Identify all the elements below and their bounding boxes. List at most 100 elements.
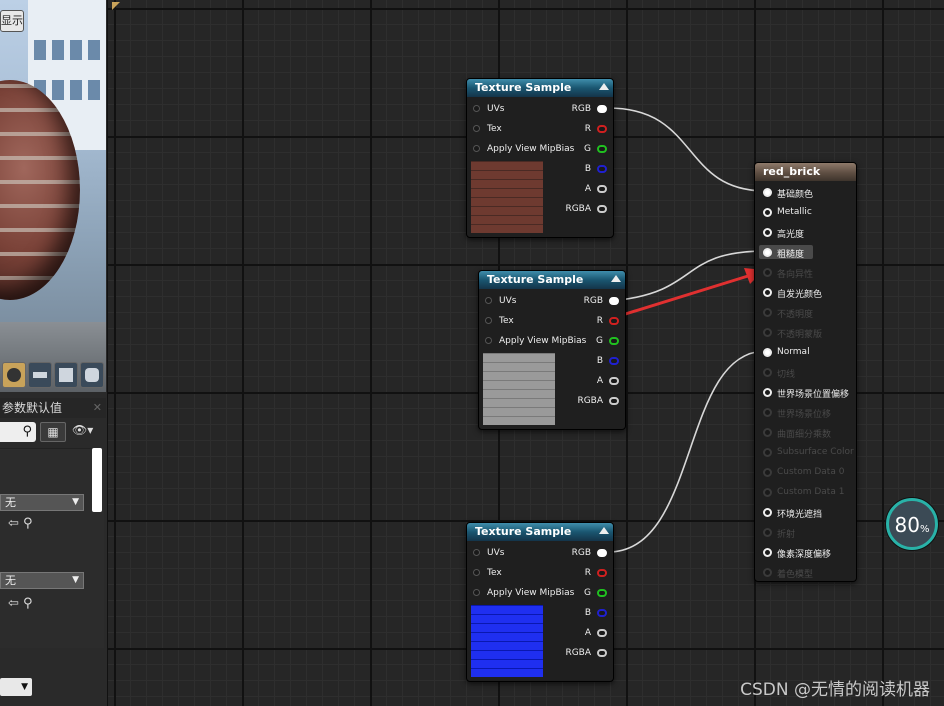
plane-shape-button[interactable] xyxy=(28,362,52,388)
material-preview-viewport[interactable]: 显示 xyxy=(0,0,106,392)
material-input-pin[interactable] xyxy=(763,428,772,437)
back-arrow-icon[interactable]: ⇦ xyxy=(8,516,19,531)
pin-dot[interactable] xyxy=(473,589,480,596)
output-pin-rgba[interactable] xyxy=(597,205,607,213)
material-input-pin[interactable] xyxy=(763,208,772,217)
material-input-pin[interactable] xyxy=(763,248,772,257)
material-pin-label: 世界场景位置偏移 xyxy=(777,390,850,400)
material-input-pin[interactable] xyxy=(763,228,772,237)
preview-shape-toolbar xyxy=(0,360,106,390)
close-icon[interactable]: ✕ xyxy=(93,398,102,418)
input-pin-uvs[interactable]: UVs xyxy=(473,99,504,119)
list-view-button[interactable]: ▦ xyxy=(40,422,66,442)
param-combo-2[interactable]: 无 ▼ xyxy=(0,572,84,589)
material-pin-label: 世界场景位移 xyxy=(777,410,832,420)
texture-sample-node-2[interactable]: Texture Sample UVs Tex Apply View MipBia… xyxy=(478,270,626,430)
bottom-dropdown[interactable]: ▼ xyxy=(0,678,32,696)
input-pin-tex[interactable]: Tex xyxy=(473,119,502,139)
material-input-pin[interactable] xyxy=(763,568,772,577)
back-arrow-icon[interactable]: ⇦ xyxy=(8,596,19,611)
material-input-pin[interactable] xyxy=(763,268,772,277)
node-header[interactable]: Texture Sample xyxy=(467,523,613,541)
param-defaults-tab[interactable]: 参数默认值 ✕ xyxy=(0,398,106,418)
left-panel: 显示 参数默认值 ✕ ⚲ ▦ 👁▾ 无 ▼ ⇦ ⚲ 无 ▼ ⇦ ⚲ ▼ xyxy=(0,0,108,706)
sphere-shape-button[interactable] xyxy=(2,362,26,388)
material-input-pin[interactable] xyxy=(763,308,772,317)
material-input-pin[interactable] xyxy=(763,508,772,517)
material-input-pin[interactable] xyxy=(763,328,772,337)
texture-sample-node-1[interactable]: Texture Sample UVs Tex Apply View MipBia… xyxy=(466,78,614,238)
material-input-pin[interactable] xyxy=(763,548,772,557)
zoom-number: 80 xyxy=(894,513,920,537)
input-pin-mipbias[interactable]: Apply View MipBias xyxy=(473,583,574,603)
output-pin-rgb[interactable] xyxy=(597,105,607,113)
node-header[interactable]: Texture Sample xyxy=(467,79,613,97)
pin-dot[interactable] xyxy=(473,125,480,132)
collapse-icon[interactable] xyxy=(599,83,609,90)
input-pin-mipbias[interactable]: Apply View MipBias xyxy=(485,331,586,351)
material-input-pin[interactable] xyxy=(763,468,772,477)
output-pin-a[interactable] xyxy=(609,377,619,385)
texture-thumbnail-brick xyxy=(471,161,543,233)
material-result-node[interactable]: red_brick 基础颜色 Metallic 高光度 粗糙度 各向异性 自发光颜色 不透明… xyxy=(754,162,857,582)
zoom-value: 80% xyxy=(889,513,935,537)
pin-label: Apply View MipBias xyxy=(487,588,575,598)
search-icon[interactable]: ⚲ xyxy=(23,596,33,611)
input-pin-uvs[interactable]: UVs xyxy=(485,291,516,311)
output-pin-b[interactable] xyxy=(609,357,619,365)
param-search-input[interactable]: ⚲ xyxy=(0,422,36,442)
output-pin-r[interactable] xyxy=(597,569,607,577)
pin-dot[interactable] xyxy=(473,569,480,576)
cylinder-shape-button[interactable] xyxy=(80,362,104,388)
material-node-header[interactable]: red_brick xyxy=(755,163,856,181)
material-input-pin[interactable] xyxy=(763,288,772,297)
cube-shape-button[interactable] xyxy=(54,362,78,388)
collapse-icon[interactable] xyxy=(599,527,609,534)
sphere-icon xyxy=(7,368,21,382)
param-list: 无 ▼ ⇦ ⚲ 无 ▼ ⇦ ⚲ xyxy=(0,448,104,648)
material-input-pin[interactable] xyxy=(763,488,772,497)
pin-dot[interactable] xyxy=(473,549,480,556)
input-pin-mipbias[interactable]: Apply View MipBias xyxy=(473,139,574,159)
param-combo-1[interactable]: 无 ▼ xyxy=(0,494,84,511)
output-label-r: R xyxy=(584,124,591,134)
output-pin-g[interactable] xyxy=(609,337,619,345)
pin-dot[interactable] xyxy=(485,317,492,324)
output-pin-g[interactable] xyxy=(597,145,607,153)
material-input-pin[interactable] xyxy=(763,368,772,377)
collapse-icon[interactable] xyxy=(611,275,621,282)
output-pin-r[interactable] xyxy=(609,317,619,325)
material-input-pin[interactable] xyxy=(763,348,772,357)
node-header[interactable]: Texture Sample xyxy=(479,271,625,289)
pin-dot[interactable] xyxy=(473,105,480,112)
output-pin-rgba[interactable] xyxy=(609,397,619,405)
param-scrollbar[interactable] xyxy=(92,448,102,512)
input-pin-uvs[interactable]: UVs xyxy=(473,543,504,563)
material-input-pin[interactable] xyxy=(763,448,772,457)
visibility-eye-icon[interactable]: 👁▾ xyxy=(72,423,93,437)
pin-dot[interactable] xyxy=(473,145,480,152)
input-pin-tex[interactable]: Tex xyxy=(485,311,514,331)
pin-dot[interactable] xyxy=(485,297,492,304)
output-pin-r[interactable] xyxy=(597,125,607,133)
material-input-pin[interactable] xyxy=(763,388,772,397)
output-pin-rgb[interactable] xyxy=(609,297,619,305)
output-pin-rgba[interactable] xyxy=(597,649,607,657)
material-input-pin[interactable] xyxy=(763,408,772,417)
preview-window xyxy=(88,80,100,100)
output-pin-b[interactable] xyxy=(597,165,607,173)
input-pin-tex[interactable]: Tex xyxy=(473,563,502,583)
texture-sample-node-3[interactable]: Texture Sample UVs Tex Apply View MipBia… xyxy=(466,522,614,682)
output-pin-b[interactable] xyxy=(597,609,607,617)
material-input-pin[interactable] xyxy=(763,188,772,197)
output-pin-a[interactable] xyxy=(597,185,607,193)
output-label-rgb: RGB xyxy=(571,104,591,114)
pin-dot[interactable] xyxy=(485,337,492,344)
display-button[interactable]: 显示 xyxy=(0,10,24,32)
watermark: CSDN @无情的阅读机器 xyxy=(740,680,930,700)
output-pin-g[interactable] xyxy=(597,589,607,597)
search-icon[interactable]: ⚲ xyxy=(23,516,33,531)
output-pin-a[interactable] xyxy=(597,629,607,637)
output-pin-rgb[interactable] xyxy=(597,549,607,557)
material-input-pin[interactable] xyxy=(763,528,772,537)
